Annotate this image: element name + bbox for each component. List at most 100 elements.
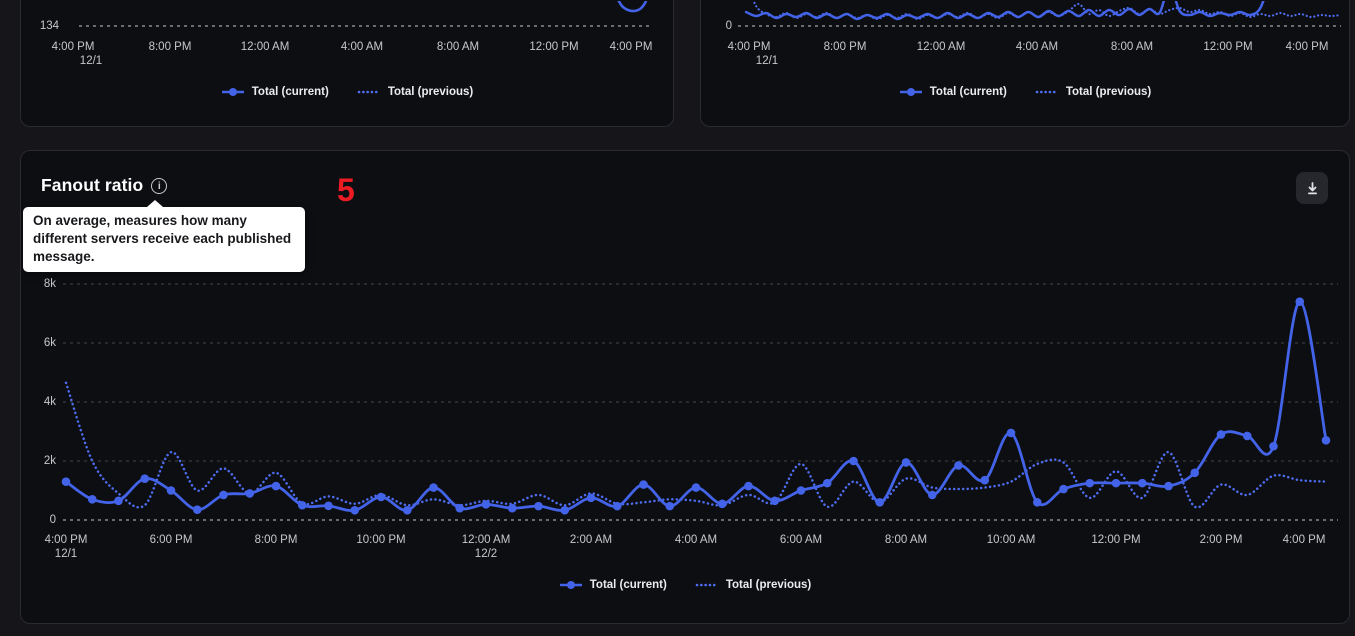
legend-label: Total (current)	[589, 579, 667, 591]
data-point-marker	[1295, 297, 1305, 306]
data-point-marker	[1111, 478, 1121, 488]
data-point-marker	[1269, 441, 1278, 451]
data-point-marker	[1190, 468, 1200, 478]
y-tick-label: 0	[725, 20, 732, 32]
annotation-marker-5: 5	[337, 172, 355, 208]
legend-label: Total (previous)	[725, 579, 812, 591]
data-point-marker	[166, 486, 176, 495]
data-point-marker	[1321, 436, 1331, 445]
legend-label: Total (previous)	[1065, 86, 1152, 98]
data-point-marker	[796, 486, 806, 495]
data-point-marker	[1006, 428, 1016, 438]
data-point-marker	[481, 500, 491, 509]
chart-legend: Total (current) Total (previous)	[21, 86, 673, 98]
data-point-marker	[429, 483, 438, 492]
data-point-marker	[770, 496, 780, 506]
data-point-marker	[140, 474, 150, 484]
data-point-marker	[927, 490, 937, 500]
data-point-marker	[1085, 478, 1095, 488]
x-tick-label: 6:00 AM	[779, 534, 823, 546]
x-tick-date: 12/1	[755, 55, 779, 67]
data-point-marker	[297, 500, 307, 510]
x-tick-label: 12:00 PM	[529, 41, 579, 53]
data-point-marker	[1164, 481, 1173, 491]
x-tick-date: 12/1	[54, 548, 78, 560]
x-tick-label: 4:00 PM	[1282, 534, 1326, 546]
data-point-marker	[1242, 431, 1252, 441]
chart-legend: Total (current) Total (previous)	[701, 86, 1349, 98]
legend-item-current[interactable]: Total (current)	[899, 86, 1007, 98]
top-right-chart-canvas[interactable]	[701, 1, 1349, 126]
info-tooltip: On average, measures how many different …	[23, 199, 305, 273]
top-left-chart-canvas[interactable]	[21, 1, 673, 126]
x-tick-label: 12:00 AM	[240, 41, 290, 53]
data-point-marker	[350, 505, 360, 515]
fanout-ratio-card: Fanout ratio i On average, measures how …	[20, 150, 1350, 624]
data-point-marker	[219, 490, 228, 500]
data-point-marker	[376, 492, 386, 502]
legend-marker-previous-icon	[695, 583, 719, 587]
data-point-marker	[245, 489, 255, 498]
data-point-marker	[114, 496, 123, 506]
x-tick-label: 8:00 PM	[823, 41, 867, 53]
legend-label: Total (previous)	[387, 86, 474, 98]
data-point-marker	[455, 503, 465, 513]
legend-label: Total (current)	[251, 86, 329, 98]
data-point-marker	[980, 475, 990, 485]
data-point-marker	[402, 505, 412, 515]
x-tick-label: 2:00 AM	[569, 534, 613, 546]
legend-item-previous[interactable]: Total (previous)	[357, 86, 473, 98]
data-point-marker	[560, 505, 570, 515]
legend-marker-current-icon	[559, 581, 582, 589]
data-point-marker	[691, 483, 701, 492]
legend-item-previous[interactable]: Total (previous)	[1035, 86, 1151, 98]
legend-marker-previous-icon	[357, 90, 381, 94]
x-tick-label: 8:00 PM	[254, 534, 298, 546]
data-point-marker	[61, 477, 71, 486]
x-tick-label: 10:00 PM	[356, 534, 406, 546]
x-tick-label: 4:00 AM	[340, 41, 384, 53]
legend-item-previous[interactable]: Total (previous)	[695, 579, 811, 591]
series-current	[65, 300, 1328, 512]
data-point-marker	[612, 501, 622, 511]
x-tick-label: 4:00 PM	[44, 534, 88, 546]
data-point-marker	[665, 501, 675, 511]
x-tick-label: 8:00 AM	[884, 534, 928, 546]
x-tick-label: 4:00 PM	[609, 41, 653, 53]
data-point-marker	[87, 495, 97, 504]
x-tick-label: 10:00 AM	[986, 534, 1036, 546]
y-tick-label: 4k	[43, 396, 56, 408]
dashboard-page: Total (current) Total (previous) 134 4:00…	[0, 0, 1355, 636]
legend-item-current[interactable]: Total (current)	[221, 86, 329, 98]
legend-item-current[interactable]: Total (current)	[559, 579, 667, 591]
chart-legend: Total (current) Total (previous)	[21, 579, 1349, 591]
x-tick-date: 12/1	[79, 55, 103, 67]
data-point-marker	[507, 503, 517, 513]
legend-marker-current-icon	[221, 88, 244, 96]
x-tick-label: 2:00 PM	[1199, 534, 1243, 546]
data-point-marker	[1137, 478, 1147, 488]
data-point-marker	[639, 480, 648, 489]
y-tick-label: 6k	[43, 337, 56, 349]
x-tick-label: 8:00 AM	[1110, 41, 1154, 53]
legend-marker-current-icon	[899, 88, 922, 96]
data-point-marker	[849, 456, 858, 466]
x-tick-label: 4:00 PM	[51, 41, 95, 53]
y-tick-label: 134	[39, 20, 59, 32]
x-tick-label: 6:00 PM	[149, 534, 193, 546]
y-tick-label: 0	[49, 514, 56, 526]
x-tick-label: 8:00 PM	[148, 41, 192, 53]
x-tick-date: 12/2	[474, 548, 498, 560]
legend-marker-previous-icon	[1035, 90, 1059, 94]
data-point-marker	[954, 461, 963, 470]
x-tick-label: 4:00 PM	[727, 41, 771, 53]
data-point-marker	[875, 498, 885, 507]
data-point-marker	[744, 481, 753, 491]
data-point-marker	[822, 478, 832, 488]
data-point-marker	[271, 481, 281, 491]
data-point-marker	[717, 499, 727, 509]
x-tick-label: 8:00 AM	[436, 41, 480, 53]
x-tick-label: 4:00 AM	[1015, 41, 1059, 53]
y-tick-label: 8k	[43, 278, 56, 290]
x-tick-label: 4:00 AM	[674, 534, 718, 546]
